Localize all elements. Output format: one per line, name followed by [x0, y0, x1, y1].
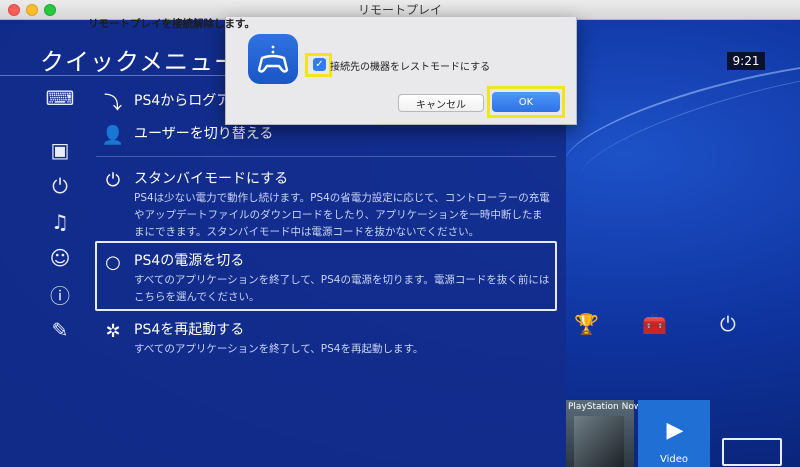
rest-mode-checkbox[interactable]: ✓: [313, 58, 326, 71]
toolbox-icon[interactable]: 🧰: [642, 312, 667, 336]
window-controls: [8, 4, 56, 16]
playstation-now-tile[interactable]: PlayStation Now: [566, 400, 641, 467]
tile-label: PlayStation Now: [568, 402, 642, 412]
controller-icon: [257, 45, 289, 73]
window-title: リモートプレイ: [357, 3, 442, 17]
game-thumbnail: [574, 416, 624, 467]
tile-label: Video: [659, 454, 689, 465]
menu-item-description: すべてのアプリケーションを終了して、PS4を再起動します。: [134, 343, 424, 355]
minimize-window-button[interactable]: [26, 4, 38, 16]
divider: [96, 156, 556, 157]
close-window-button[interactable]: [8, 4, 20, 16]
cancel-button[interactable]: キャンセル: [398, 94, 484, 112]
restart-icon: ✲: [105, 320, 121, 342]
friend-icon[interactable]: ☺: [44, 244, 76, 272]
remote-play-app-icon: [248, 34, 298, 84]
clock: 9:21: [727, 52, 765, 70]
user-icon: 👤: [101, 124, 125, 146]
menu-item-label: PS4の電源を切る: [134, 253, 245, 269]
menu-item-description: すべてのアプリケーションを終了して、PS4の電源を切ります。電源コードを抜く前に…: [134, 274, 550, 303]
playstation-logo-icon: ▶: [666, 418, 684, 443]
zoom-window-button[interactable]: [44, 4, 56, 16]
tv-icon[interactable]: [722, 438, 782, 466]
video-tile[interactable]: ▶ Video: [638, 400, 710, 467]
circle-icon: ○: [105, 251, 121, 273]
menu-item-label: ユーザーを切り替える: [134, 126, 274, 142]
menu-item-label: スタンバイモードにする: [134, 171, 289, 187]
ok-button[interactable]: OK: [492, 92, 560, 112]
apps-icon[interactable]: ▣: [44, 136, 76, 164]
page-title: クイックメニュー: [40, 48, 240, 76]
power-icon[interactable]: ⏻: [720, 312, 736, 336]
standby-icon: ⏻: [105, 169, 121, 191]
checkbox-label[interactable]: 接続先の機器をレストモードにする: [330, 58, 490, 73]
edit-icon[interactable]: ✎: [44, 316, 76, 344]
keyboard-icon[interactable]: ⌨: [44, 84, 76, 112]
menu-item-description: PS4は少ない電力で動作し続けます。PS4の省電力設定に応じて、コントローラーの…: [134, 192, 550, 238]
menu-item-label: PS4を再起動する: [134, 322, 245, 338]
info-icon[interactable]: ⓘ: [44, 280, 76, 308]
dialog-title: リモートプレイを接続解除します。: [88, 18, 255, 30]
trophy-icon[interactable]: 🏆: [574, 312, 599, 336]
logout-icon: ⤵: [104, 93, 122, 114]
power-icon[interactable]: ⏻: [44, 172, 76, 200]
music-icon[interactable]: ♫: [44, 208, 76, 236]
